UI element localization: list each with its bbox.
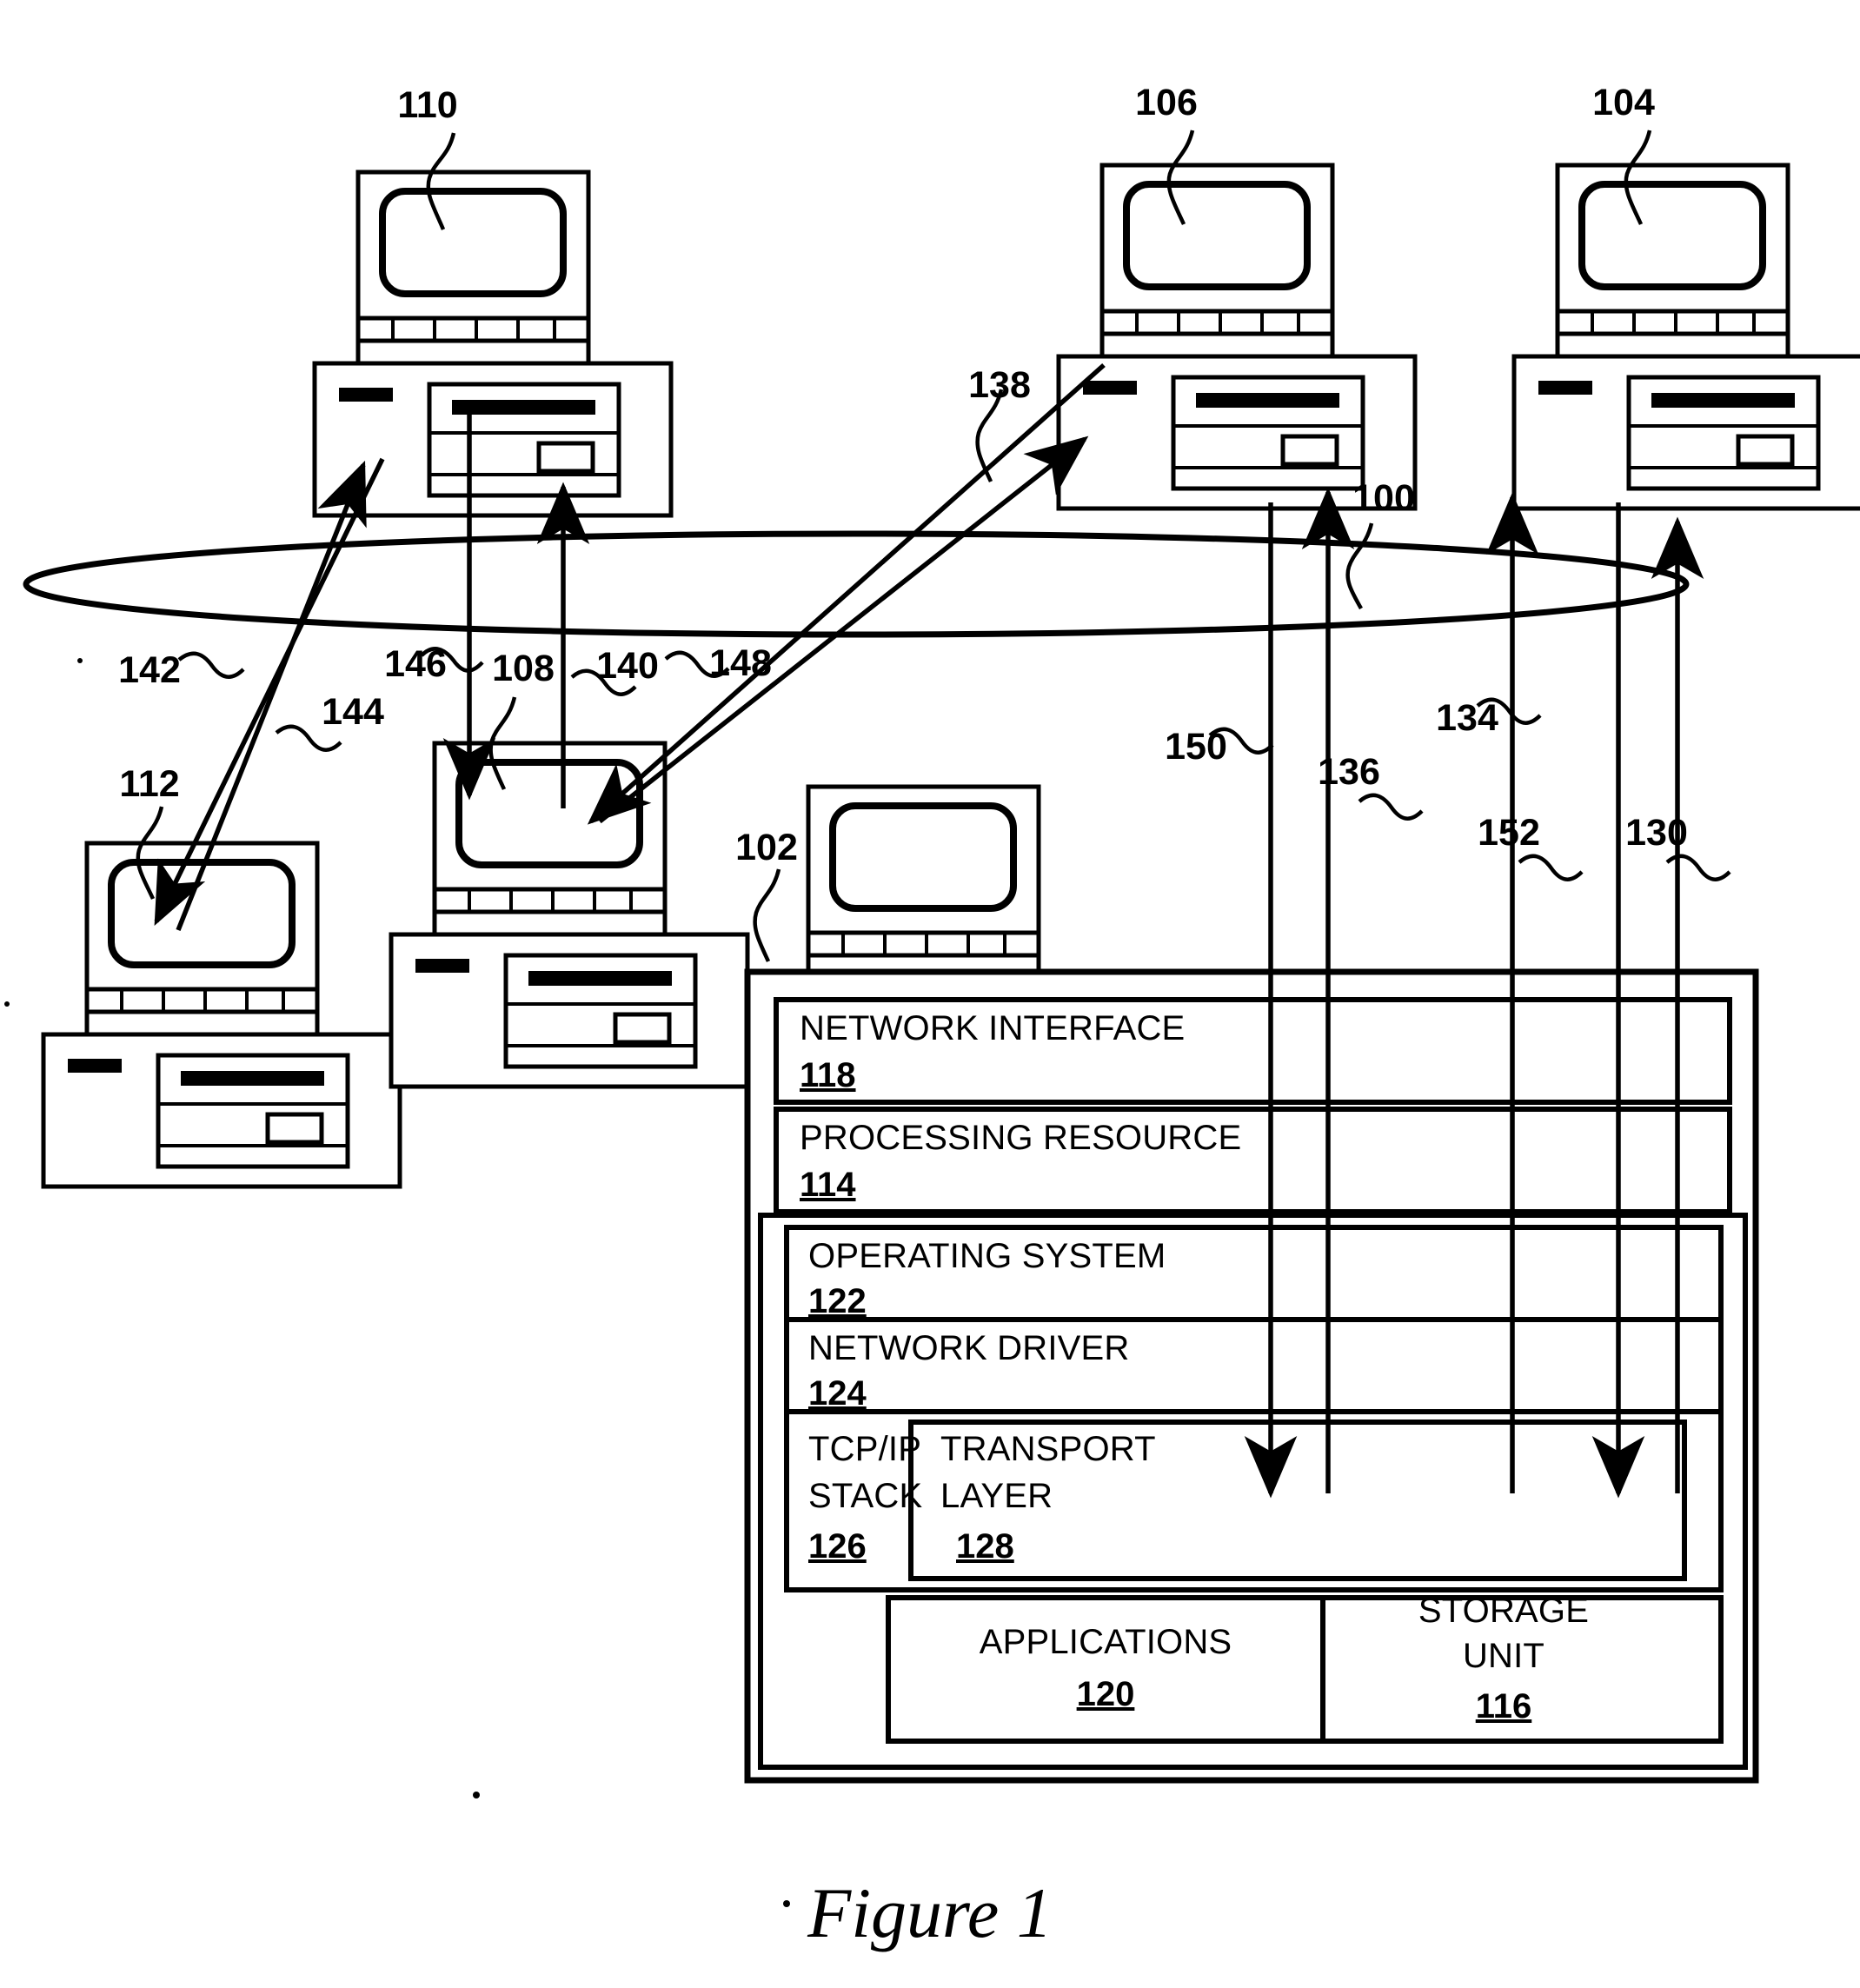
patent-figure-1: 110 106 104 100 138 142 144 146 108 140 … xyxy=(0,0,1860,1988)
ref-150: 150 xyxy=(1165,726,1227,768)
processing-resource-ref: 114 xyxy=(800,1166,856,1204)
network-interface-label: NETWORK INTERFACE xyxy=(800,1009,1185,1047)
computer-106 xyxy=(1059,165,1415,509)
ref-152: 152 xyxy=(1478,812,1540,854)
network-driver-ref: 124 xyxy=(808,1374,867,1413)
ref-140: 140 xyxy=(596,645,659,687)
ref-134: 134 xyxy=(1436,697,1498,739)
ref-110: 110 xyxy=(397,84,457,126)
figure-caption: Figure 1 xyxy=(807,1873,1053,1952)
computer-108 xyxy=(391,743,747,1087)
operating-system-label: OPERATING SYSTEM xyxy=(808,1237,1166,1275)
ref-130: 130 xyxy=(1625,812,1688,854)
storage-unit-ref: 116 xyxy=(1476,1687,1532,1725)
network-interface-ref: 118 xyxy=(800,1056,856,1094)
transport-layer-label-line2: LAYER xyxy=(940,1477,1053,1515)
tcp-ip-stack-ref: 126 xyxy=(808,1527,867,1566)
tcp-ip-stack-label-line2: STACK xyxy=(808,1477,923,1515)
ref-146: 146 xyxy=(384,643,447,685)
computer-102-monitor xyxy=(806,784,1041,982)
ref-142: 142 xyxy=(118,649,181,691)
network-driver-label: NETWORK DRIVER xyxy=(808,1329,1129,1367)
storage-unit-label-line2: UNIT xyxy=(1463,1637,1544,1675)
computer-112 xyxy=(43,843,400,1187)
ref-136: 136 xyxy=(1318,751,1380,793)
ref-144: 144 xyxy=(322,691,384,733)
ref-112: 112 xyxy=(119,763,179,805)
ref-104: 104 xyxy=(1592,82,1655,123)
system-box-102 xyxy=(744,968,1759,1784)
ref-102: 102 xyxy=(735,827,798,868)
computer-104 xyxy=(1514,165,1860,509)
ref-108: 108 xyxy=(492,648,555,689)
ref-100: 100 xyxy=(1352,477,1415,519)
figure-canvas: 110 106 104 100 138 142 144 146 108 140 … xyxy=(4,82,1860,1952)
transport-layer-ref: 128 xyxy=(956,1527,1014,1566)
applications-label: APPLICATIONS xyxy=(980,1623,1232,1661)
applications-ref: 120 xyxy=(1077,1675,1135,1713)
operating-system-ref: 122 xyxy=(808,1282,867,1320)
tcp-ip-stack-label-line1: TCP/IP xyxy=(808,1430,921,1468)
transport-layer-label-line1: TRANSPORT xyxy=(940,1430,1156,1468)
computer-110 xyxy=(315,172,671,515)
ref-138: 138 xyxy=(968,364,1031,406)
storage-unit-label-line1: STORAGE xyxy=(1418,1592,1589,1630)
ref-106: 106 xyxy=(1135,82,1198,123)
processing-resource-label: PROCESSING RESOURCE xyxy=(800,1119,1241,1157)
ref-148: 148 xyxy=(709,642,772,684)
